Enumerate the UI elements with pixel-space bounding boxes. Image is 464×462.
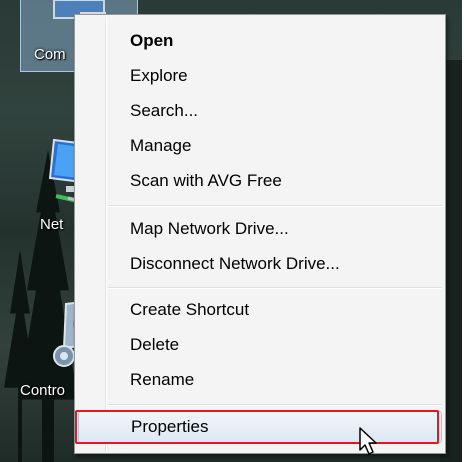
menu-item-label: Manage (130, 136, 192, 155)
menu-item-label: Properties (131, 417, 209, 436)
menu-item-manage[interactable]: Manage (78, 130, 442, 162)
menu-item-label: Delete (130, 335, 180, 354)
menu-separator (108, 287, 442, 289)
menu-item-explore[interactable]: Explore (78, 60, 442, 92)
menu-item-rename[interactable]: Rename (78, 364, 442, 396)
menu-item-delete[interactable]: Delete (78, 329, 442, 361)
menu-item-label: Scan with AVG Free (130, 171, 282, 190)
menu-item-map-network-drive[interactable]: Map Network Drive... (78, 213, 442, 245)
menu-item-label: Map Network Drive... (130, 219, 289, 238)
menu-item-scan-avg[interactable]: Scan with AVG Free (78, 165, 442, 197)
menu-item-properties[interactable]: Properties (78, 411, 442, 443)
menu-separator (108, 404, 442, 406)
menu-item-disconnect-network-drive[interactable]: Disconnect Network Drive... (78, 248, 442, 280)
desktop-icon-label: Contro (20, 382, 66, 399)
menu-item-open[interactable]: Open (78, 25, 442, 57)
menu-item-label: Search... (130, 101, 199, 120)
arrow-cursor-icon (359, 427, 377, 455)
menu-item-create-shortcut[interactable]: Create Shortcut (78, 294, 442, 326)
menu-item-label: Open (130, 31, 174, 50)
menu-item-label: Create Shortcut (130, 300, 250, 319)
menu-item-label: Rename (130, 370, 195, 389)
context-menu: Open Explore Search... Manage Scan with … (74, 14, 446, 454)
menu-item-label: Disconnect Network Drive... (130, 254, 340, 273)
menu-item-search[interactable]: Search... (78, 95, 442, 127)
menu-separator (108, 205, 442, 207)
screen: Com Net Contro Open Explore Search... Ma… (0, 0, 464, 462)
menu-item-label: Explore (130, 66, 188, 85)
